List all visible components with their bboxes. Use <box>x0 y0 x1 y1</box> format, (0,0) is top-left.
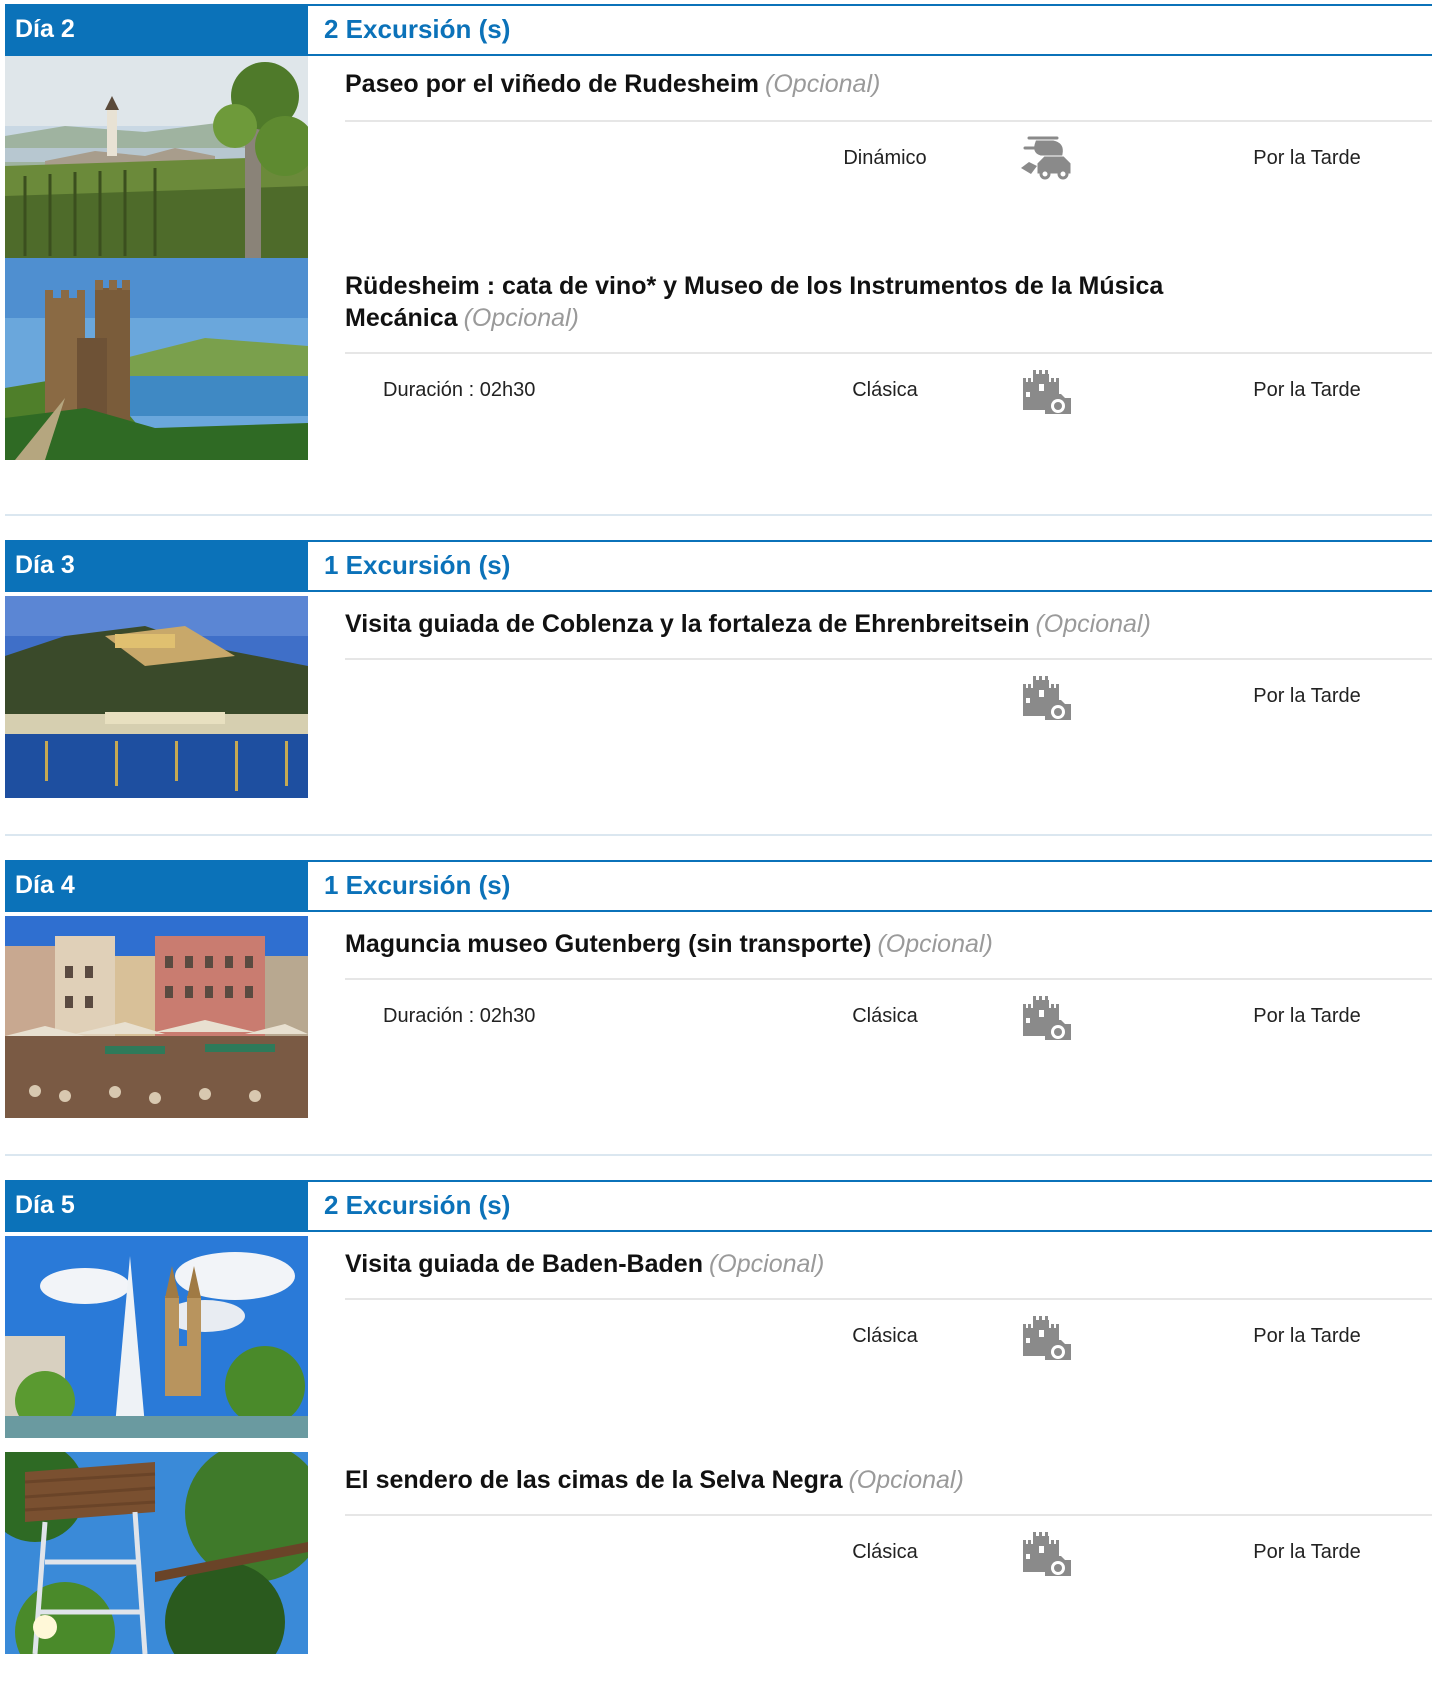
excursion-item[interactable]: Visita guiada de Coblenza y la fortaleza… <box>5 596 1432 798</box>
excursion-photo[interactable] <box>5 916 308 1118</box>
day-count-bar: 1 Excursión (s) <box>308 540 1432 592</box>
excursion-type: Clásica <box>852 379 918 401</box>
time-of-day: Por la Tarde <box>1253 1541 1361 1563</box>
excursion-details: Clásica Por la Tarde <box>345 1522 1432 1582</box>
excursion-photo[interactable] <box>5 1236 308 1438</box>
day-count-bar: 2 Excursión (s) <box>308 4 1432 56</box>
day-label: Día 4 <box>5 860 308 912</box>
day-header: Día 5 2 Excursión (s) <box>5 1180 1432 1232</box>
excursion-details: Clásica Por la Tarde <box>345 1306 1432 1366</box>
excursion-count: 1 Excursión (s) <box>324 550 511 580</box>
day-section: Día 3 1 Excursión (s) Visita guiada de C… <box>5 540 1432 798</box>
excursion-type <box>785 666 985 726</box>
treetop-tower-photo <box>5 1452 308 1654</box>
excursion-photo[interactable] <box>5 258 308 460</box>
optional-label: (Opcional) <box>877 930 993 958</box>
excursion-title[interactable]: Maguncia museo Gutenberg (sin transporte… <box>345 928 1372 960</box>
optional-label: (Opcional) <box>708 1250 825 1278</box>
time-of-day: Por la Tarde <box>1253 147 1361 169</box>
duration: Duración : 02h30 <box>383 379 536 401</box>
day-label: Día 5 <box>5 1180 308 1232</box>
excursion-photo[interactable] <box>5 1452 308 1654</box>
excursion-title-text[interactable]: Visita guiada de Coblenza y la fortaleza… <box>345 610 1029 638</box>
excursion-item[interactable]: Visita guiada de Baden-Baden (Opcional) C… <box>5 1236 1432 1438</box>
divider <box>345 1298 1432 1300</box>
optional-label: (Opcional) <box>848 1466 964 1494</box>
time-of-day: Por la Tarde <box>1253 1325 1361 1347</box>
excursion-title-text[interactable]: Maguncia museo Gutenberg (sin transporte… <box>345 930 871 958</box>
divider <box>345 120 1432 122</box>
day-header: Día 4 1 Excursión (s) <box>5 860 1432 912</box>
excursion-title[interactable]: Visita guiada de Baden-Baden (Opcional) <box>345 1248 1372 1280</box>
day-label: Día 3 <box>5 540 308 592</box>
castle-camera-icon <box>1015 360 1075 420</box>
day-label: Día 2 <box>5 4 308 56</box>
excursion-title[interactable]: Paseo por el viñedo de Rudesheim (Opciona… <box>345 68 1372 100</box>
optional-label: (Opcional) <box>1035 610 1151 638</box>
excursion-type: Clásica <box>852 1325 918 1347</box>
section-divider <box>5 834 1432 836</box>
excursion-photo[interactable] <box>5 596 308 798</box>
section-divider <box>5 514 1432 516</box>
fortress-night-river-photo <box>5 596 308 798</box>
excursion-item[interactable]: El sendero de las cimas de la Selva Negr… <box>5 1452 1432 1654</box>
time-of-day: Por la Tarde <box>1253 379 1361 401</box>
excursion-type: Clásica <box>852 1005 918 1027</box>
fountain-church-photo <box>5 1236 308 1438</box>
duration: Duración : 02h30 <box>383 1005 536 1027</box>
excursion-details: Por la Tarde <box>345 666 1432 726</box>
divider <box>345 1514 1432 1516</box>
vineyard-village-photo <box>5 56 308 258</box>
time-of-day: Por la Tarde <box>1253 685 1361 707</box>
optional-label: (Opcional) <box>463 304 579 332</box>
excursion-item[interactable]: Maguncia museo Gutenberg (sin transporte… <box>5 916 1432 1118</box>
helicopter-car-icon <box>1015 128 1075 188</box>
time-of-day: Por la Tarde <box>1253 1005 1361 1027</box>
excursion-title-text[interactable]: Visita guiada de Baden-Baden <box>345 1250 703 1278</box>
excursion-details: Dinámico Por la Tarde <box>345 128 1432 188</box>
excursion-title-text[interactable]: Paseo por el viñedo de Rudesheim <box>345 70 759 98</box>
excursion-details: Duración : 02h30 Clásica Por la Tarde <box>345 986 1432 1046</box>
excursion-count: 1 Excursión (s) <box>324 870 511 900</box>
excursion-photo[interactable] <box>5 56 308 258</box>
castle-camera-icon <box>1015 666 1075 726</box>
day-section: Día 4 1 Excursión (s) Maguncia museo Gut… <box>5 860 1432 1118</box>
day-header: Día 3 1 Excursión (s) <box>5 540 1432 592</box>
excursion-title-text[interactable]: El sendero de las cimas de la Selva Negr… <box>345 1466 842 1494</box>
divider <box>345 658 1432 660</box>
market-square-photo <box>5 916 308 1118</box>
day-section: Día 5 2 Excursión (s) Visita guiada de B… <box>5 1180 1432 1654</box>
day-section: Día 2 2 Excursión (s) Paseo por el viñed… <box>5 4 1432 460</box>
castle-camera-icon <box>1015 1306 1075 1366</box>
excursion-title[interactable]: Visita guiada de Coblenza y la fortaleza… <box>345 608 1372 640</box>
excursion-item[interactable]: Paseo por el viñedo de Rudesheim (Opciona… <box>5 56 1432 258</box>
excursion-title[interactable]: El sendero de las cimas de la Selva Negr… <box>345 1464 1372 1496</box>
excursion-type: Dinámico <box>843 147 927 169</box>
excursion-type: Clásica <box>852 1541 918 1563</box>
excursion-item[interactable]: Rüdesheim : cata de vino* y Museo de los… <box>5 258 1432 460</box>
divider <box>345 978 1432 980</box>
divider <box>345 352 1432 354</box>
section-divider <box>5 1154 1432 1156</box>
day-count-bar: 1 Excursión (s) <box>308 860 1432 912</box>
excursion-title[interactable]: Rüdesheim : cata de vino* y Museo de los… <box>345 270 1372 334</box>
castle-ruin-river-photo <box>5 258 308 460</box>
day-count-bar: 2 Excursión (s) <box>308 1180 1432 1232</box>
castle-camera-icon <box>1015 1522 1075 1582</box>
excursion-count: 2 Excursión (s) <box>324 1190 511 1220</box>
castle-camera-icon <box>1015 986 1075 1046</box>
excursion-details: Duración : 02h30 Clásica Por la Tarde <box>345 360 1432 420</box>
optional-label: (Opcional) <box>765 70 881 98</box>
excursion-count: 2 Excursión (s) <box>324 14 511 44</box>
day-header: Día 2 2 Excursión (s) <box>5 4 1432 56</box>
